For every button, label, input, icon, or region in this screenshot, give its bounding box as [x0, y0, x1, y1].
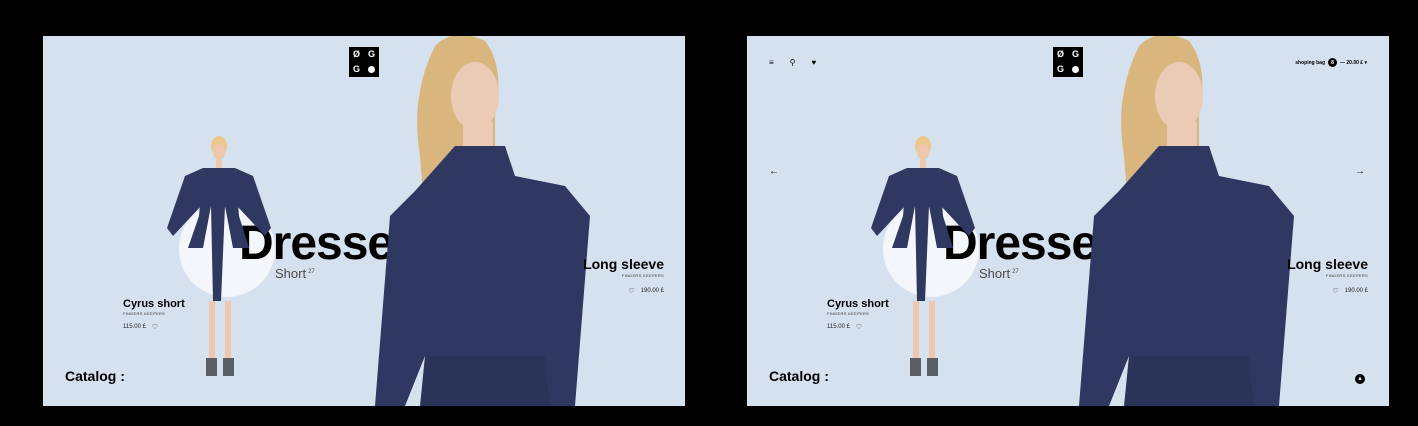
logo-letter: Ø — [352, 49, 360, 59]
heart-icon[interactable]: ♡ — [628, 287, 634, 295]
product-price-row: ♡ 190.00 £ — [1287, 287, 1368, 295]
heart-icon[interactable]: ♡ — [152, 323, 158, 331]
model-small-image[interactable] — [163, 136, 275, 381]
product-brand: FINDERS KEEPERS — [827, 311, 870, 316]
hero-subtitle-text: Short — [979, 266, 1011, 281]
heart-icon[interactable]: ♡ — [1332, 287, 1338, 295]
model-large-image[interactable] — [365, 36, 625, 406]
catalog-link[interactable]: Catalog : — [769, 368, 829, 384]
product-brand: FINDERS KEEPERS — [123, 311, 166, 316]
product-card-long-sleeve[interactable]: Long sleeve FINDERS KEEPERS ♡ 190.00 £ — [583, 256, 664, 295]
logo-letter: Ø — [1056, 49, 1064, 59]
product-price: 190.00 £ — [1344, 288, 1368, 294]
product-price-row: ♡ 190.00 £ — [583, 287, 664, 295]
product-price-row: 115.00 £ ♡ — [827, 323, 889, 331]
product-brand: FINDERS KEEPERS — [1325, 273, 1368, 278]
product-card-cyrus[interactable]: Cyrus short FINDERS KEEPERS 115.00 £ ♡ — [123, 298, 185, 331]
scroll-up-icon[interactable]: ▲ — [1355, 374, 1365, 384]
model-large-image[interactable] — [1069, 36, 1329, 406]
search-icon[interactable]: ⚲ — [790, 58, 796, 67]
hero-count: 27 — [308, 268, 315, 275]
menu-icon[interactable]: ≡ — [769, 58, 774, 67]
arrow-right-icon[interactable]: → — [1355, 166, 1365, 177]
hero-subtitle: Short 27 — [979, 266, 1019, 281]
product-title[interactable]: Cyrus short — [827, 298, 889, 310]
heart-icon[interactable]: ♥ — [812, 58, 817, 67]
header-nav: ≡ ⚲ ♥ — [769, 58, 816, 67]
slide-preview-left: Ø G G Dresses Short 27 Cyrus short FINDER… — [43, 36, 685, 406]
slide-preview-right: ≡ ⚲ ♥ Ø G G shoping bag 8 — 20.00 £ ▾ ← … — [747, 36, 1389, 406]
bag-count-badge: 8 — [1328, 58, 1338, 67]
hero-subtitle-text: Short — [275, 266, 307, 281]
product-title[interactable]: Long sleeve — [583, 256, 664, 272]
bag-total: — 20.00 £ ▾ — [1340, 59, 1367, 66]
product-price: 190.00 £ — [640, 288, 664, 294]
logo-letter: G — [352, 64, 360, 74]
model-small-image[interactable] — [867, 136, 979, 381]
product-card-long-sleeve[interactable]: Long sleeve FINDERS KEEPERS ♡ 190.00 £ — [1287, 256, 1368, 295]
hero-count: 27 — [1012, 268, 1019, 275]
product-card-cyrus[interactable]: Cyrus short FINDERS KEEPERS 115.00 £ ♡ — [827, 298, 889, 331]
catalog-link[interactable]: Catalog : — [65, 368, 125, 384]
product-price: 115.00 £ — [827, 324, 850, 330]
arrow-left-icon[interactable]: ← — [769, 166, 779, 177]
product-brand: FINDERS KEEPERS — [621, 273, 664, 278]
product-price-row: 115.00 £ ♡ — [123, 323, 185, 331]
product-price: 115.00 £ — [123, 324, 146, 330]
product-title[interactable]: Cyrus short — [123, 298, 185, 310]
heart-icon[interactable]: ♡ — [856, 323, 862, 331]
product-title[interactable]: Long sleeve — [1287, 256, 1368, 272]
hero-subtitle: Short 27 — [275, 266, 315, 281]
logo-letter: G — [1056, 64, 1064, 74]
